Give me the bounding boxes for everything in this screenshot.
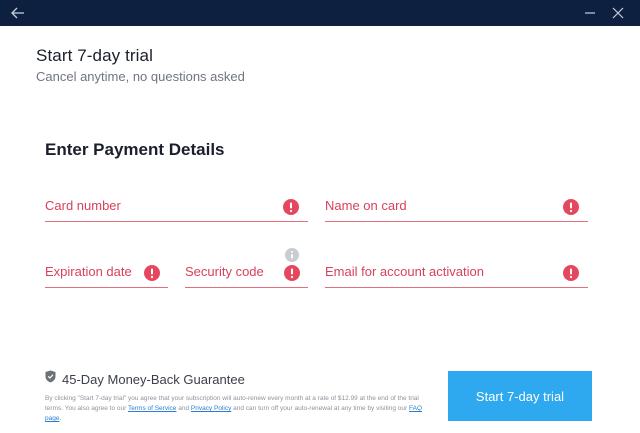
email-field[interactable]: Email for account activation	[325, 262, 588, 288]
error-icon	[283, 199, 299, 215]
name-on-card-label: Name on card	[325, 198, 407, 213]
info-icon[interactable]	[285, 248, 299, 262]
name-on-card-field[interactable]: Name on card	[325, 196, 588, 222]
minimize-icon[interactable]	[580, 3, 600, 23]
expiration-date-field[interactable]: Expiration date	[45, 262, 168, 288]
error-icon	[563, 265, 579, 281]
legal-text-part: .	[59, 415, 62, 422]
card-number-label: Card number	[45, 198, 121, 213]
close-icon[interactable]	[608, 3, 628, 23]
section-title: Enter Payment Details	[45, 140, 225, 159]
start-trial-button[interactable]: Start 7-day trial	[448, 371, 592, 421]
security-code-label: Security code	[185, 264, 264, 279]
page-title: Start 7-day trial	[36, 46, 153, 65]
error-icon	[144, 265, 160, 281]
title-bar	[0, 0, 640, 26]
legal-text-part: and can turn off your auto-renewal at an…	[231, 405, 409, 412]
error-icon	[284, 265, 300, 281]
legal-text-part: and	[176, 405, 191, 412]
card-number-field[interactable]: Card number	[45, 196, 308, 222]
privacy-policy-link[interactable]: Privacy Policy	[191, 405, 231, 412]
back-arrow-icon[interactable]	[10, 5, 26, 21]
email-label: Email for account activation	[325, 264, 484, 279]
legal-text: By clicking "Start 7-day trial" you agre…	[45, 394, 435, 424]
guarantee-text: 45-Day Money-Back Guarantee	[62, 371, 245, 387]
expiration-date-label: Expiration date	[45, 264, 132, 279]
money-back-guarantee: 45-Day Money-Back Guarantee	[45, 370, 245, 388]
terms-of-service-link[interactable]: Terms of Service	[128, 405, 176, 412]
shield-icon	[45, 370, 56, 388]
error-icon	[563, 199, 579, 215]
security-code-field[interactable]: Security code	[185, 262, 308, 288]
page-subtitle: Cancel anytime, no questions asked	[36, 69, 245, 84]
